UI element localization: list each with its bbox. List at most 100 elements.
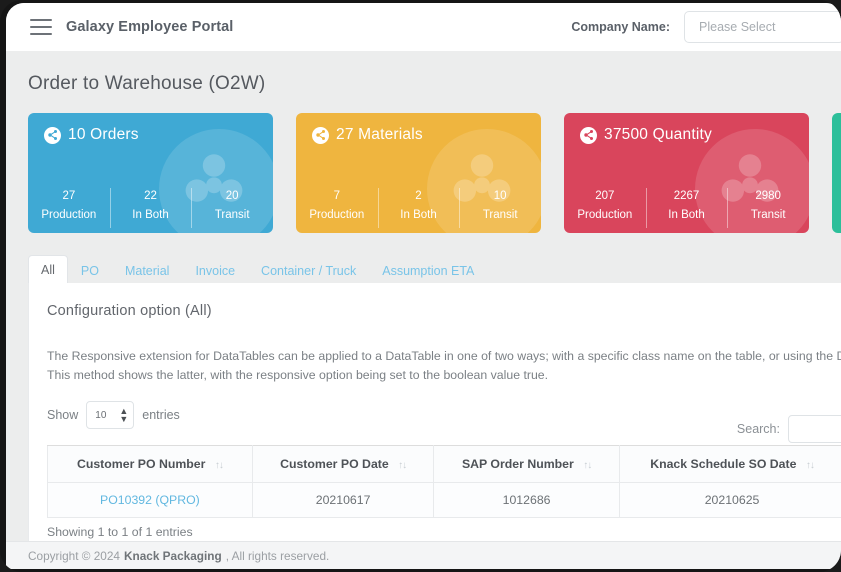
config-option-description: The Responsive extension for DataTables … xyxy=(47,349,841,382)
table-info-text: Showing 1 to 1 of 1 entries xyxy=(47,525,193,539)
table-search-control: Search: xyxy=(737,415,841,443)
tab-material[interactable]: Material xyxy=(112,256,182,284)
col-customer-po-date[interactable]: Customer PO Date ↑↓ xyxy=(251,445,435,483)
table-head: Customer PO Number ↑↓ Customer PO Date ↑… xyxy=(47,445,841,483)
card-stat-value: 22 xyxy=(144,190,157,202)
tab-panel-all: Configuration option (All) The Responsiv… xyxy=(28,283,841,545)
card-headline: 27 Materials xyxy=(336,126,423,143)
footer-copyright-suffix: , All rights reserved. xyxy=(225,548,330,563)
footer: Copyright © 2024 Knack Packaging , All r… xyxy=(6,541,841,569)
card-stat-transit: 2980 Transit xyxy=(727,188,809,228)
card-stat-label: Production xyxy=(309,209,365,221)
footer-company-name: Knack Packaging xyxy=(123,548,222,563)
tab-po[interactable]: PO xyxy=(68,256,112,284)
card-stat-value: 245677 xyxy=(832,190,841,202)
share-nodes-icon xyxy=(312,126,329,144)
card-stat-value: 10 xyxy=(493,190,507,202)
length-suffix-label: entries xyxy=(142,408,180,422)
card-stat-production: 27 Production xyxy=(28,190,110,221)
sort-icon: ↑↓ xyxy=(398,460,407,471)
company-name-label: Company Name: xyxy=(571,20,670,34)
brand-title: Galaxy Employee Portal xyxy=(66,19,234,35)
stat-cards-row: 10 Orders 27 Production 22 In Both 20 Tr… xyxy=(28,113,841,233)
tab-container-truck[interactable]: Container / Truck xyxy=(248,256,369,284)
top-navbar: Galaxy Employee Portal Company Name: Ple… xyxy=(6,3,841,51)
card-headline: 37500 Quantity xyxy=(604,126,712,143)
card-stat-value: 2980 xyxy=(755,190,781,202)
card-stat-label: Transit xyxy=(214,209,250,221)
navbar-right-group: Company Name: Please Select xyxy=(571,11,841,43)
browser-viewport: Galaxy Employee Portal Company Name: Ple… xyxy=(6,3,841,569)
card-headline: 10 Orders xyxy=(68,126,139,143)
hamburger-icon[interactable] xyxy=(30,19,52,35)
card-stat-label: In Both xyxy=(668,209,705,221)
card-stat-in-both: 2267 In Both xyxy=(645,188,728,228)
card-stats: 207 Production 2267 In Both 2980 Transit xyxy=(564,188,809,228)
card-stat-label: Transit xyxy=(750,209,786,221)
table-body: PO10392 (QPRO) 20210617 1012686 20210625… xyxy=(47,482,841,518)
page-title: Order to Warehouse (O2W) xyxy=(28,73,266,94)
table-row: PO10392 (QPRO) 20210617 1012686 20210625… xyxy=(47,482,841,518)
length-prefix-label: Show xyxy=(47,408,79,422)
cell-customer-po-number: PO10392 (QPRO) xyxy=(47,482,253,518)
cell-sap-order-number: 1012686 xyxy=(433,482,620,518)
cell-customer-po-date: 20210617 xyxy=(251,482,435,518)
card-stat-label: Transit xyxy=(482,209,518,221)
stepper-icon: ▲ ▼ xyxy=(119,406,129,424)
card-stats: 7 Production 2 In Both 10 Transit xyxy=(296,188,541,228)
search-label: Search: xyxy=(736,422,780,436)
col-label: Knack Schedule SO Date xyxy=(650,457,797,471)
entries-per-page-select[interactable]: 10 ▲ ▼ xyxy=(86,401,135,429)
tab-assumption-eta[interactable]: Assumption ETA xyxy=(369,256,487,284)
sort-icon: ↑↓ xyxy=(583,460,592,471)
sort-icon: ↑↓ xyxy=(214,460,224,471)
tab-bar: All PO Material Invoice Container / Truc… xyxy=(28,255,841,284)
card-headline-group: 27 Materials xyxy=(312,126,423,144)
tab-all[interactable]: All xyxy=(28,255,68,284)
col-sap-order-number[interactable]: SAP Order Number ↑↓ xyxy=(433,445,620,483)
card-stat-label: Production xyxy=(577,209,633,221)
card-stat-value: 7 xyxy=(333,190,341,202)
card-stat-in-both: 22 In Both xyxy=(109,188,192,228)
company-name-select[interactable]: Please Select xyxy=(684,11,841,43)
share-nodes-icon xyxy=(44,126,61,144)
tab-invoice[interactable]: Invoice xyxy=(182,256,248,284)
card-stat-in-both: 2 In Both xyxy=(377,188,460,228)
search-input[interactable] xyxy=(788,415,841,443)
col-customer-po-number[interactable]: Customer PO Number ↑↓ xyxy=(47,445,253,483)
card-stats: 27 Production 22 In Both 20 Transit xyxy=(28,188,273,228)
card-stat-value: 27 xyxy=(62,190,76,202)
card-headline-group: 10 Orders xyxy=(44,126,139,144)
stat-card-quantity[interactable]: 37500 Quantity 207 Production 2267 In Bo… xyxy=(564,113,809,233)
stat-card-value[interactable]: 3.75 M 245677 Production xyxy=(832,113,841,233)
card-headline-group: 37500 Quantity xyxy=(580,126,712,144)
card-stat-production: 207 Production xyxy=(564,190,646,221)
footer-copyright-prefix: Copyright © 2024 xyxy=(28,548,120,563)
card-stat-transit: 10 Transit xyxy=(459,188,541,228)
table-header-row: Customer PO Number ↑↓ Customer PO Date ↑… xyxy=(47,445,841,483)
sort-icon: ↑↓ xyxy=(805,460,815,471)
col-label: Customer PO Date xyxy=(280,457,389,471)
config-option-heading: Configuration option (All) xyxy=(47,303,212,319)
card-stat-value: 2267 xyxy=(673,190,700,202)
card-stat-production: 7 Production xyxy=(296,190,378,221)
card-stat-label: Production xyxy=(41,209,97,221)
orders-data-table: Customer PO Number ↑↓ Customer PO Date ↑… xyxy=(47,445,841,518)
share-nodes-icon xyxy=(580,126,597,144)
card-stat-value: 207 xyxy=(595,190,615,202)
card-stat-transit: 20 Transit xyxy=(191,188,273,228)
browser-window-frame: Galaxy Employee Portal Company Name: Ple… xyxy=(0,0,841,572)
col-knack-schedule-so-date[interactable]: Knack Schedule SO Date ↑↓ xyxy=(618,445,841,483)
col-label: SAP Order Number xyxy=(461,457,574,471)
stat-card-materials[interactable]: 27 Materials 7 Production 2 In Both 10 T… xyxy=(296,113,541,233)
po-number-link[interactable]: PO10392 (QPRO) xyxy=(100,493,200,507)
stat-card-orders[interactable]: 10 Orders 27 Production 22 In Both 20 Tr… xyxy=(28,113,273,233)
card-stat-value: 20 xyxy=(225,190,239,202)
col-label: Customer PO Number xyxy=(76,457,206,471)
card-stat-label: Production xyxy=(832,209,841,221)
table-length-control: Show 10 ▲ ▼ entries xyxy=(47,401,180,429)
page-content: Order to Warehouse (O2W) 10 Orders 27 Pr… xyxy=(6,51,841,545)
cell-knack-schedule-so-date: 20210625 xyxy=(618,482,841,518)
card-stat-label: In Both xyxy=(132,209,169,221)
card-stat-production: 245677 Production xyxy=(832,190,841,221)
